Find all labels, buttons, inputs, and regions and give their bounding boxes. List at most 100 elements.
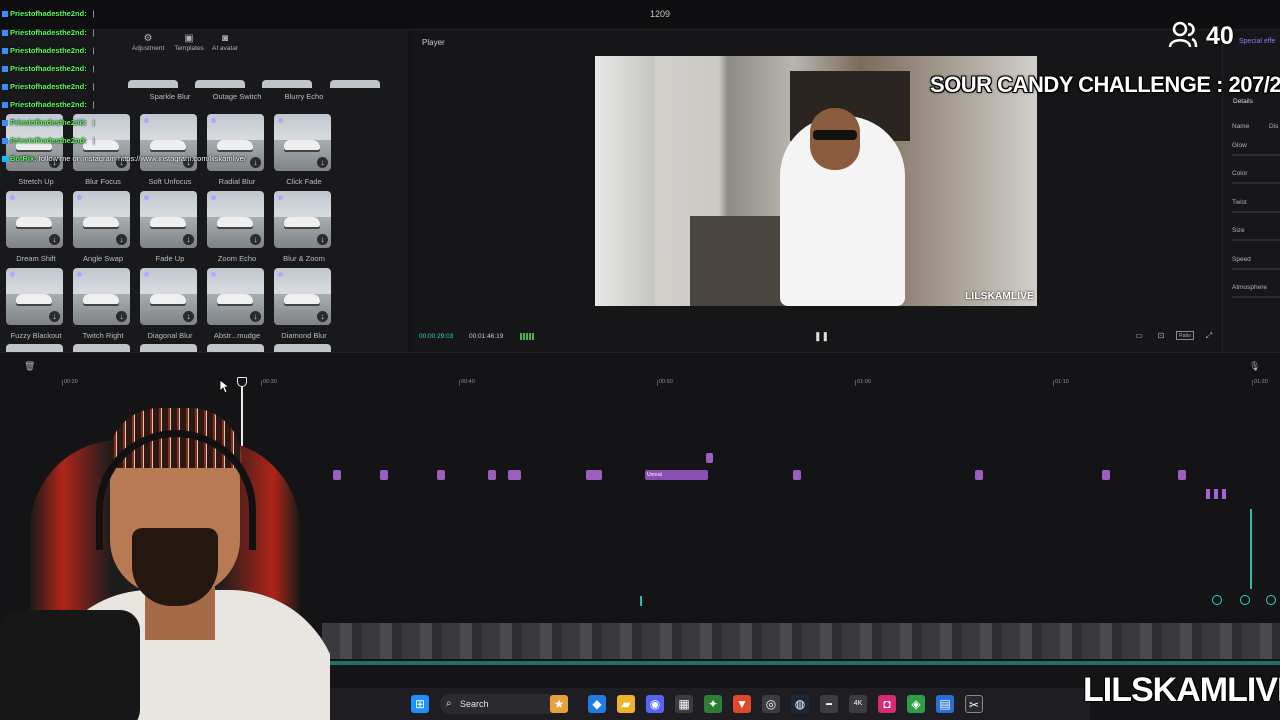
instagram-icon[interactable]: ◘ <box>878 695 896 713</box>
property-size[interactable]: Size <box>1232 227 1280 241</box>
download-icon[interactable]: ↓ <box>317 311 328 322</box>
playhead-handle[interactable] <box>237 377 247 387</box>
store-icon[interactable]: ▦ <box>675 695 693 713</box>
effect-clip[interactable] <box>586 470 602 480</box>
effect-clip[interactable] <box>793 470 801 480</box>
glow-slider[interactable] <box>1232 154 1280 156</box>
tab-special-effects[interactable]: Special effe <box>1239 38 1275 45</box>
ratio-icon[interactable]: Ratio <box>1176 331 1194 340</box>
taskbar-search[interactable]: ⌕ Search <box>440 694 560 714</box>
property-atmosphere[interactable]: Atmosphere <box>1232 284 1280 298</box>
effect-item[interactable]: ↓ Blur & Zoom <box>274 191 334 263</box>
effect-item[interactable]: ↓ Twitch Right <box>73 268 133 340</box>
size-slider[interactable] <box>1232 239 1280 241</box>
effect-thumbnail[interactable]: ↓ <box>274 268 331 325</box>
windows-start-icon[interactable]: ⊞ <box>411 695 429 713</box>
download-icon[interactable]: ↓ <box>317 234 328 245</box>
effect-thumbnail-partial[interactable] <box>6 344 63 352</box>
effect-item[interactable]: ↓ Fade Up <box>140 191 200 263</box>
download-icon[interactable]: ↓ <box>49 311 60 322</box>
screenshot-icon[interactable]: ⊡ <box>1155 331 1167 341</box>
twist-slider[interactable] <box>1232 211 1280 213</box>
ruler-tick: 01:00 <box>855 379 871 386</box>
widget-icon[interactable]: ★ <box>550 695 568 713</box>
effect-clip[interactable] <box>1206 489 1226 499</box>
property-color[interactable]: Color <box>1232 170 1280 184</box>
effect-thumbnail[interactable]: ↓ <box>6 268 63 325</box>
effect-clip[interactable] <box>1178 470 1186 480</box>
timeline-ruler[interactable]: 00:20 00:30 00:40 00:50 01:00 01:10 01:2… <box>0 379 1280 391</box>
effect-thumbnail[interactable]: ↓ <box>207 268 264 325</box>
effect-thumbnail[interactable]: ↓ <box>274 191 331 248</box>
car-image <box>217 294 253 304</box>
audio-track[interactable] <box>322 661 1280 665</box>
download-icon[interactable]: ↓ <box>183 234 194 245</box>
4k-app-icon[interactable]: 4K <box>849 695 867 713</box>
property-glow[interactable]: Glow <box>1232 142 1280 156</box>
keyframe-button[interactable] <box>1266 595 1276 605</box>
effect-item[interactable]: ↓ Dream Shift <box>6 191 66 263</box>
effect-clip[interactable] <box>488 470 496 480</box>
new-badge-icon <box>211 195 216 200</box>
keyframe-button[interactable] <box>1212 595 1222 605</box>
download-icon[interactable]: ↓ <box>250 234 261 245</box>
notepad-icon[interactable]: ▤ <box>936 695 954 713</box>
effect-label: Fuzzy Blackout <box>10 331 62 340</box>
steam-icon[interactable]: ◍ <box>791 695 809 713</box>
effect-clip[interactable] <box>380 470 388 480</box>
effect-clip[interactable] <box>437 470 445 480</box>
expand-icon[interactable]: ⤢ <box>1203 331 1215 341</box>
app-icon[interactable]: ▬ <box>820 695 838 713</box>
delete-icon[interactable]: 🗑 <box>24 361 35 372</box>
app-icon[interactable]: ✦ <box>704 695 722 713</box>
download-icon[interactable]: ↓ <box>250 311 261 322</box>
effect-thumbnail-partial[interactable] <box>140 344 197 352</box>
effect-thumbnail[interactable]: ↓ <box>140 268 197 325</box>
effect-item[interactable]: ↓ Abstr...mudge <box>207 268 267 340</box>
copilot-icon[interactable]: ◆ <box>588 695 606 713</box>
atmosphere-slider[interactable] <box>1232 296 1280 298</box>
download-icon[interactable]: ↓ <box>116 234 127 245</box>
property-twist[interactable]: Twist <box>1232 199 1280 213</box>
download-icon[interactable]: ↓ <box>49 234 60 245</box>
effect-item[interactable]: ↓ Zoom Echo <box>207 191 267 263</box>
brave-icon[interactable]: ▼ <box>733 695 751 713</box>
app-icon[interactable]: ◈ <box>907 695 925 713</box>
obs-icon[interactable]: ◎ <box>762 695 780 713</box>
effect-thumbnail-partial[interactable] <box>73 344 130 352</box>
badge-icon <box>2 102 8 109</box>
effect-label: Angle Swap <box>82 254 124 263</box>
effect-thumbnail[interactable]: ↓ <box>73 191 130 248</box>
effect-clip[interactable] <box>975 470 983 480</box>
effect-clip[interactable] <box>1102 470 1110 480</box>
effect-thumbnail-partial[interactable] <box>207 344 264 352</box>
effect-item[interactable]: ↓ Diamond Blur <box>274 268 334 340</box>
effect-clip[interactable] <box>508 470 521 480</box>
effect-item[interactable]: ↓ Diagonal Blur <box>140 268 200 340</box>
effect-item[interactable]: ↓ Fuzzy Blackout <box>6 268 66 340</box>
name-label: Name <box>1232 123 1250 130</box>
ruler-tick: 00:30 <box>261 379 277 386</box>
discord-icon[interactable]: ◉ <box>646 695 664 713</box>
folder-icon[interactable]: ▰ <box>617 695 635 713</box>
effect-item[interactable]: ↓ Angle Swap <box>73 191 133 263</box>
capcut-icon[interactable]: ✂ <box>965 695 983 713</box>
video-track-clip[interactable] <box>322 623 1280 659</box>
download-icon[interactable]: ↓ <box>183 311 194 322</box>
effect-thumbnail[interactable]: ↓ <box>140 191 197 248</box>
effect-clip[interactable] <box>333 470 341 480</box>
effect-marker[interactable] <box>706 453 713 463</box>
effect-thumbnail[interactable]: ↓ <box>6 191 63 248</box>
color-slider[interactable] <box>1232 182 1280 184</box>
speed-slider[interactable] <box>1232 268 1280 270</box>
effect-thumbnail[interactable]: ↓ <box>73 268 130 325</box>
download-icon[interactable]: ↓ <box>116 311 127 322</box>
fullscreen-fit-icon[interactable]: ▭ <box>1133 331 1145 341</box>
microphone-icon[interactable]: 🎙 <box>1249 361 1260 372</box>
keyframe-button[interactable] <box>1240 595 1250 605</box>
effect-thumbnail[interactable]: ↓ <box>207 191 264 248</box>
property-speed[interactable]: Speed <box>1232 256 1280 270</box>
effect-clip-unreal[interactable]: Unreal <box>645 470 708 480</box>
pause-button[interactable]: ❚❚ <box>814 331 829 342</box>
effect-thumbnail-partial[interactable] <box>274 344 331 352</box>
